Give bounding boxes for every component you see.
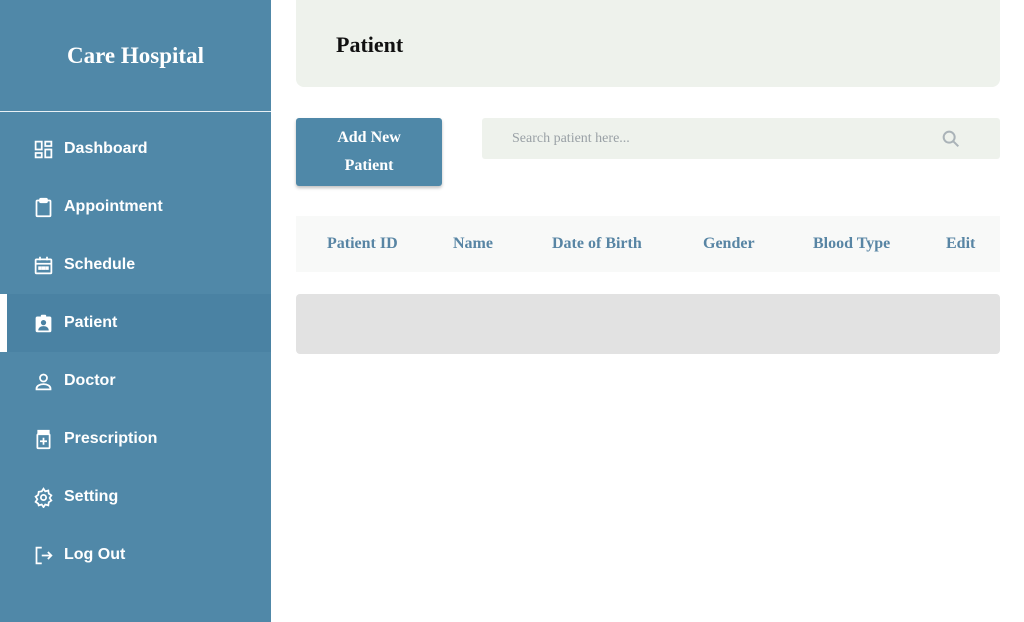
brand-title: Care Hospital: [0, 0, 271, 112]
add-patient-button[interactable]: Add New Patient: [296, 118, 442, 186]
sidebar-nav: Dashboard Appointment Schedule Patient D…: [0, 120, 271, 584]
sidebar-item-logout[interactable]: Log Out: [0, 526, 271, 584]
page-title: Patient: [336, 32, 404, 57]
table-header: Patient ID Name Date of Birth Gender Blo…: [296, 216, 1000, 272]
main-content: Patient Add New Patient Patient ID Name …: [271, 0, 1024, 622]
page-header: Patient: [296, 0, 1000, 87]
sidebar-item-label: Prescription: [64, 430, 158, 447]
sidebar-item-label: Appointment: [64, 198, 163, 215]
sidebar-item-label: Dashboard: [64, 140, 148, 157]
logout-icon: [33, 545, 54, 566]
sidebar-item-label: Patient: [64, 314, 118, 331]
sidebar-item-doctor[interactable]: Doctor: [0, 352, 271, 410]
calendar-icon: [33, 255, 54, 276]
column-header-date-of-birth[interactable]: Date of Birth: [552, 235, 642, 253]
table-row: [296, 294, 1000, 354]
sidebar-item-setting[interactable]: Setting: [0, 468, 271, 526]
dashboard-icon: [33, 139, 54, 160]
column-header-blood-type[interactable]: Blood Type: [813, 235, 890, 253]
column-header-edit[interactable]: Edit: [946, 235, 975, 253]
search-input[interactable]: [482, 118, 932, 159]
sidebar-item-prescription[interactable]: Prescription: [0, 410, 271, 468]
gear-icon: [33, 486, 54, 508]
clipboard-icon: [33, 197, 54, 218]
patient-badge-icon: [33, 313, 54, 334]
sidebar-item-patient[interactable]: Patient: [0, 294, 271, 352]
column-header-name[interactable]: Name: [453, 235, 493, 253]
person-icon: [33, 371, 54, 392]
search-icon[interactable]: [940, 128, 962, 150]
column-header-gender[interactable]: Gender: [703, 235, 755, 253]
sidebar-item-label: Log Out: [64, 546, 126, 563]
sidebar-item-label: Schedule: [64, 256, 136, 273]
sidebar-item-dashboard[interactable]: Dashboard: [0, 120, 271, 178]
search-bar: [482, 118, 1000, 159]
column-header-patient-id[interactable]: Patient ID: [327, 235, 398, 253]
sidebar-item-label: Doctor: [64, 372, 116, 389]
medicine-icon: [33, 429, 54, 450]
sidebar-item-label: Setting: [64, 488, 119, 505]
sidebar-item-appointment[interactable]: Appointment: [0, 178, 271, 236]
sidebar: Care Hospital Dashboard Appointment Sche…: [0, 0, 271, 622]
sidebar-item-schedule[interactable]: Schedule: [0, 236, 271, 294]
